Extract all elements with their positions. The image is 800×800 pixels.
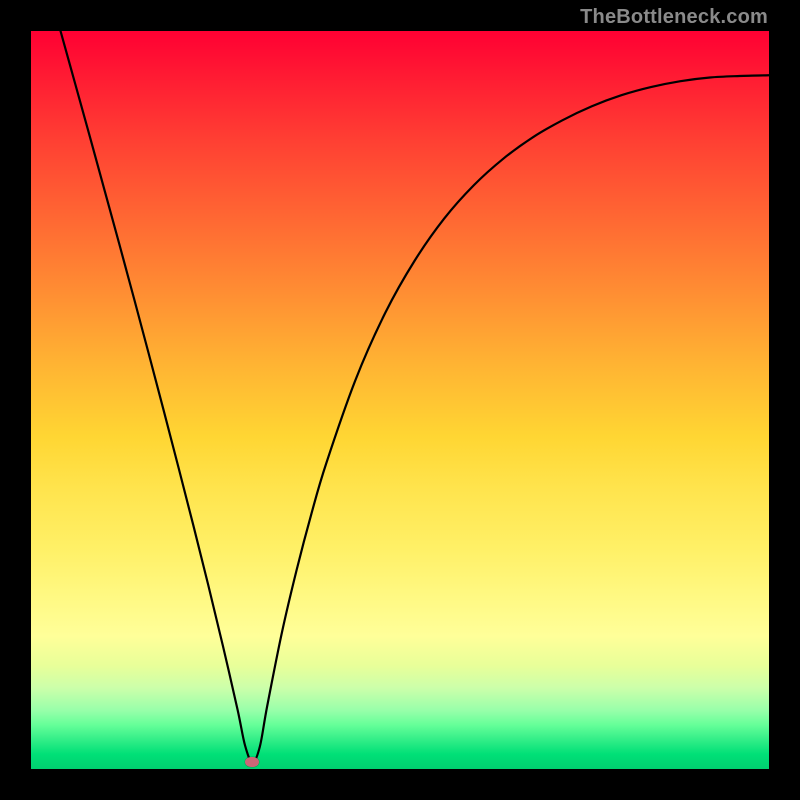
bottleneck-curve	[61, 31, 769, 762]
minimum-marker	[245, 757, 259, 767]
chart-container: TheBottleneck.com	[0, 0, 800, 800]
curve-layer	[31, 31, 769, 769]
plot-area	[31, 31, 769, 769]
watermark: TheBottleneck.com	[580, 6, 768, 29]
